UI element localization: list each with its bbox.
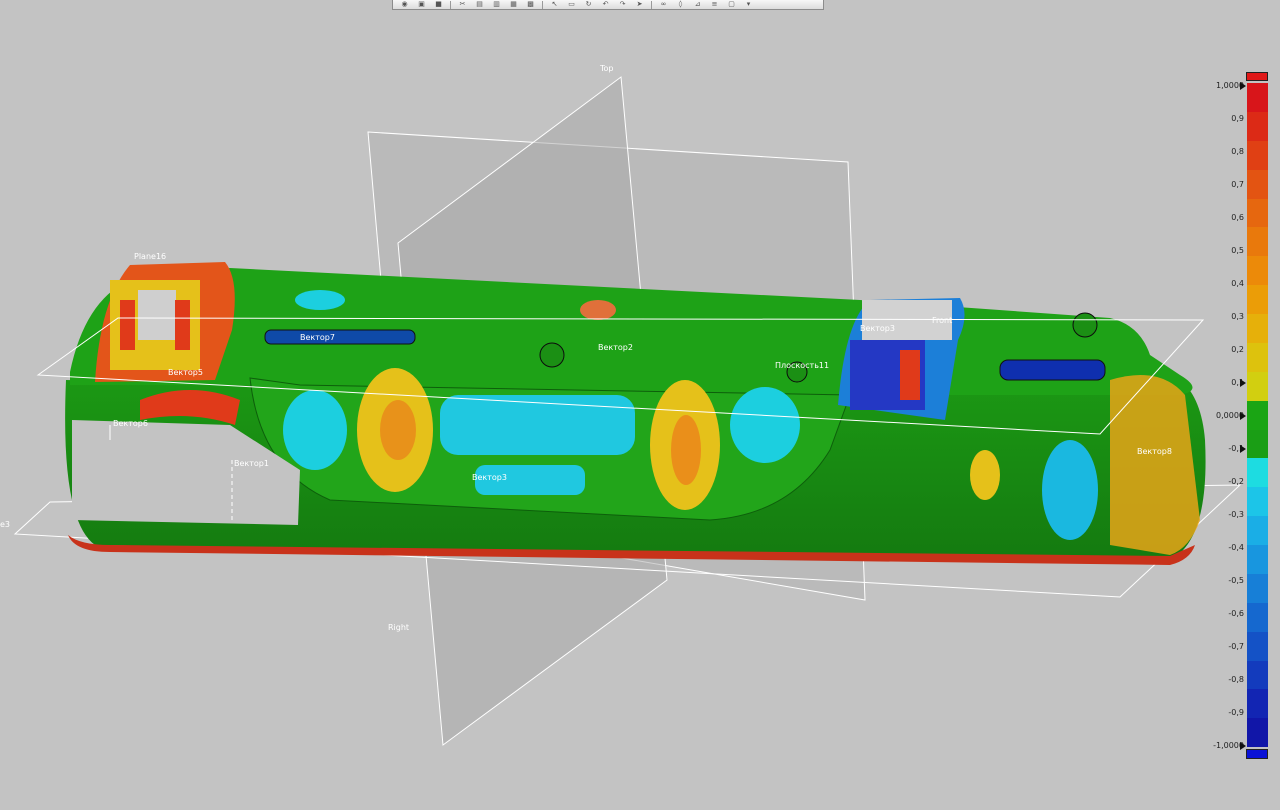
legend-swatch bbox=[1247, 140, 1268, 170]
cyan-patch bbox=[283, 390, 347, 470]
cyan-patch bbox=[295, 290, 345, 310]
slot bbox=[999, 359, 1106, 381]
legend-tick-label: 0,9 bbox=[1231, 114, 1244, 123]
legend-tick-label: -0,3 bbox=[1228, 510, 1244, 519]
legend-tick-label: -0,2 bbox=[1228, 477, 1244, 486]
label-plane3: e3 bbox=[0, 520, 10, 529]
cyan-patch bbox=[1042, 440, 1098, 540]
legend-swatch bbox=[1247, 516, 1268, 545]
legend-marker[interactable] bbox=[1240, 445, 1246, 453]
cyan-patch bbox=[440, 395, 635, 455]
label-vector7: Вектор7 bbox=[300, 333, 335, 342]
legend-marker[interactable] bbox=[1240, 379, 1246, 387]
legend-tick-label: 0,2 bbox=[1231, 345, 1244, 354]
label-vector5: Вектор5 bbox=[168, 368, 203, 377]
label-vector8: Вектор8 bbox=[1137, 447, 1172, 456]
label-right: Right bbox=[388, 623, 409, 632]
legend-tick-label: 0,4 bbox=[1231, 279, 1244, 288]
orange-patch bbox=[580, 300, 616, 320]
legend-marker[interactable] bbox=[1240, 412, 1246, 420]
deviation-color-legend: 1,0000 0,9 0,8 0,7 0,6 0,5 0,4 0,3 0,2 0,1 0,0000-… bbox=[1200, 70, 1280, 770]
label-front: Front bbox=[932, 316, 952, 325]
legend-tick-label: 0,7 bbox=[1231, 180, 1244, 189]
legend-swatch bbox=[1247, 631, 1268, 661]
legend-tick-label: -0,5 bbox=[1228, 576, 1244, 585]
legend-swatch bbox=[1247, 169, 1268, 199]
legend-swatch bbox=[1247, 400, 1268, 430]
legend-swatch bbox=[1247, 256, 1268, 286]
legend-marker[interactable] bbox=[1240, 742, 1246, 750]
3d-viewport[interactable]: Top Right Front Plane16 e3 Вектор1 Векто… bbox=[0, 0, 1280, 810]
slot bbox=[264, 329, 416, 345]
legend-swatch bbox=[1247, 111, 1268, 141]
legend-tick-label: 0,8 bbox=[1231, 147, 1244, 156]
legend-swatch bbox=[1247, 458, 1268, 488]
legend-swatch bbox=[1247, 285, 1268, 314]
legend-tick-label: -0,7 bbox=[1228, 642, 1244, 651]
label-top: Top bbox=[599, 64, 614, 73]
hole bbox=[1072, 312, 1098, 338]
yellow-patch bbox=[970, 450, 1000, 500]
legend-swatch bbox=[1247, 689, 1268, 719]
orange-core bbox=[671, 415, 701, 485]
label-plane16: Plane16 bbox=[134, 252, 166, 261]
legend-swatch bbox=[1247, 660, 1268, 690]
legend-tick-label: 0,3 bbox=[1231, 312, 1244, 321]
legend-top-cap bbox=[1246, 72, 1268, 81]
legend-tick-label: 0,5 bbox=[1231, 246, 1244, 255]
legend-swatch bbox=[1247, 573, 1268, 603]
legend-marker[interactable] bbox=[1240, 82, 1246, 90]
legend-tick-label: 0,6 bbox=[1231, 213, 1244, 222]
legend-swatch bbox=[1247, 545, 1268, 574]
legend-tick-label: -0,9 bbox=[1228, 708, 1244, 717]
legend-swatch bbox=[1247, 718, 1268, 748]
legend-swatch bbox=[1247, 371, 1268, 401]
legend-swatch bbox=[1247, 314, 1268, 343]
legend-tick-label: -0,8 bbox=[1228, 675, 1244, 684]
legend-bottom-cap bbox=[1246, 749, 1268, 759]
orange-core bbox=[380, 400, 416, 460]
label-vector3-top: Вектор3 bbox=[860, 324, 895, 333]
grey-patch bbox=[138, 290, 176, 340]
legend-swatch bbox=[1247, 227, 1268, 257]
label-vector2: Вектор2 bbox=[598, 343, 633, 352]
legend-tick-label: -0,6 bbox=[1228, 609, 1244, 618]
legend-swatch bbox=[1247, 602, 1268, 632]
legend-swatch bbox=[1247, 83, 1268, 112]
legend-tick-label: -0,4 bbox=[1228, 543, 1244, 552]
label-vector6: Вектор6 bbox=[113, 419, 148, 428]
cyan-patch bbox=[730, 387, 800, 463]
label-vector1: Вектор1 bbox=[234, 459, 269, 468]
legend-swatch bbox=[1247, 487, 1268, 517]
red-patch bbox=[900, 350, 920, 400]
legend-swatch bbox=[1247, 342, 1268, 372]
label-vector3-bottom: Вектор3 bbox=[472, 473, 507, 482]
hole bbox=[539, 342, 565, 368]
red-patch bbox=[175, 300, 190, 350]
legend-swatch bbox=[1247, 198, 1268, 228]
label-plane11: Плоскость11 bbox=[775, 361, 829, 370]
red-patch bbox=[120, 300, 135, 350]
legend-swatch bbox=[1247, 429, 1268, 459]
legend-scale bbox=[1247, 83, 1268, 748]
